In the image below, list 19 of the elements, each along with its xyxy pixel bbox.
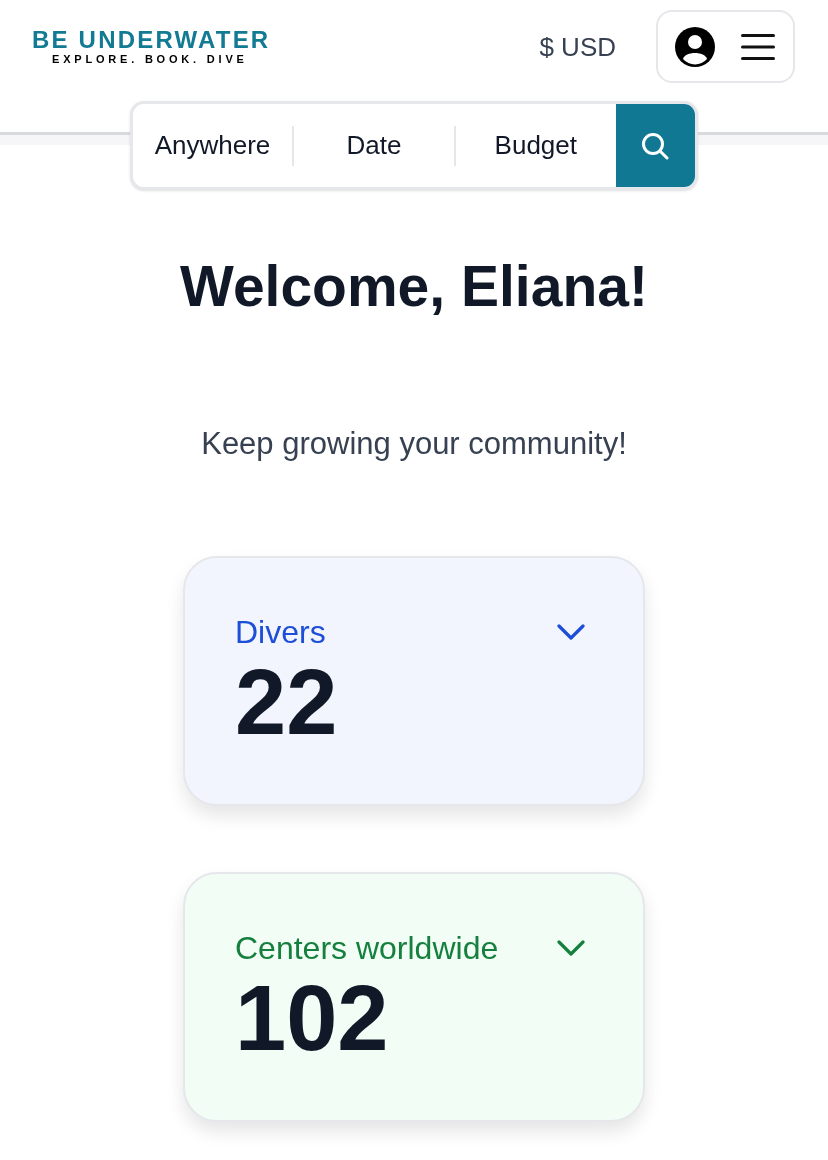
stat-label: Centers worldwide (235, 929, 499, 968)
search-icon (641, 131, 670, 160)
account-menu-button[interactable] (656, 10, 795, 83)
user-icon (675, 26, 715, 67)
welcome-subtitle: Keep growing your community! (200, 428, 628, 459)
search-button[interactable] (615, 104, 695, 187)
logo-wordmark: BE UNDERWATER (32, 28, 271, 51)
chevron-down-icon[interactable] (557, 940, 585, 956)
stat-value: 22 (235, 656, 339, 748)
stat-value: 102 (235, 972, 390, 1064)
search-filter-button[interactable]: Date (293, 104, 454, 187)
menu-icon (741, 33, 775, 60)
search-filter-button[interactable]: Budget (455, 104, 616, 187)
search-filter-button[interactable]: Anywhere (133, 104, 292, 187)
chevron-down-icon[interactable] (557, 624, 585, 640)
welcome-heading: Welcome, Eliana! (179, 258, 649, 315)
logo-tagline: EXPLORE. BOOK. DIVE (52, 52, 248, 65)
currency-button[interactable]: $ USD (539, 33, 616, 60)
stat-label: Divers (235, 613, 326, 652)
